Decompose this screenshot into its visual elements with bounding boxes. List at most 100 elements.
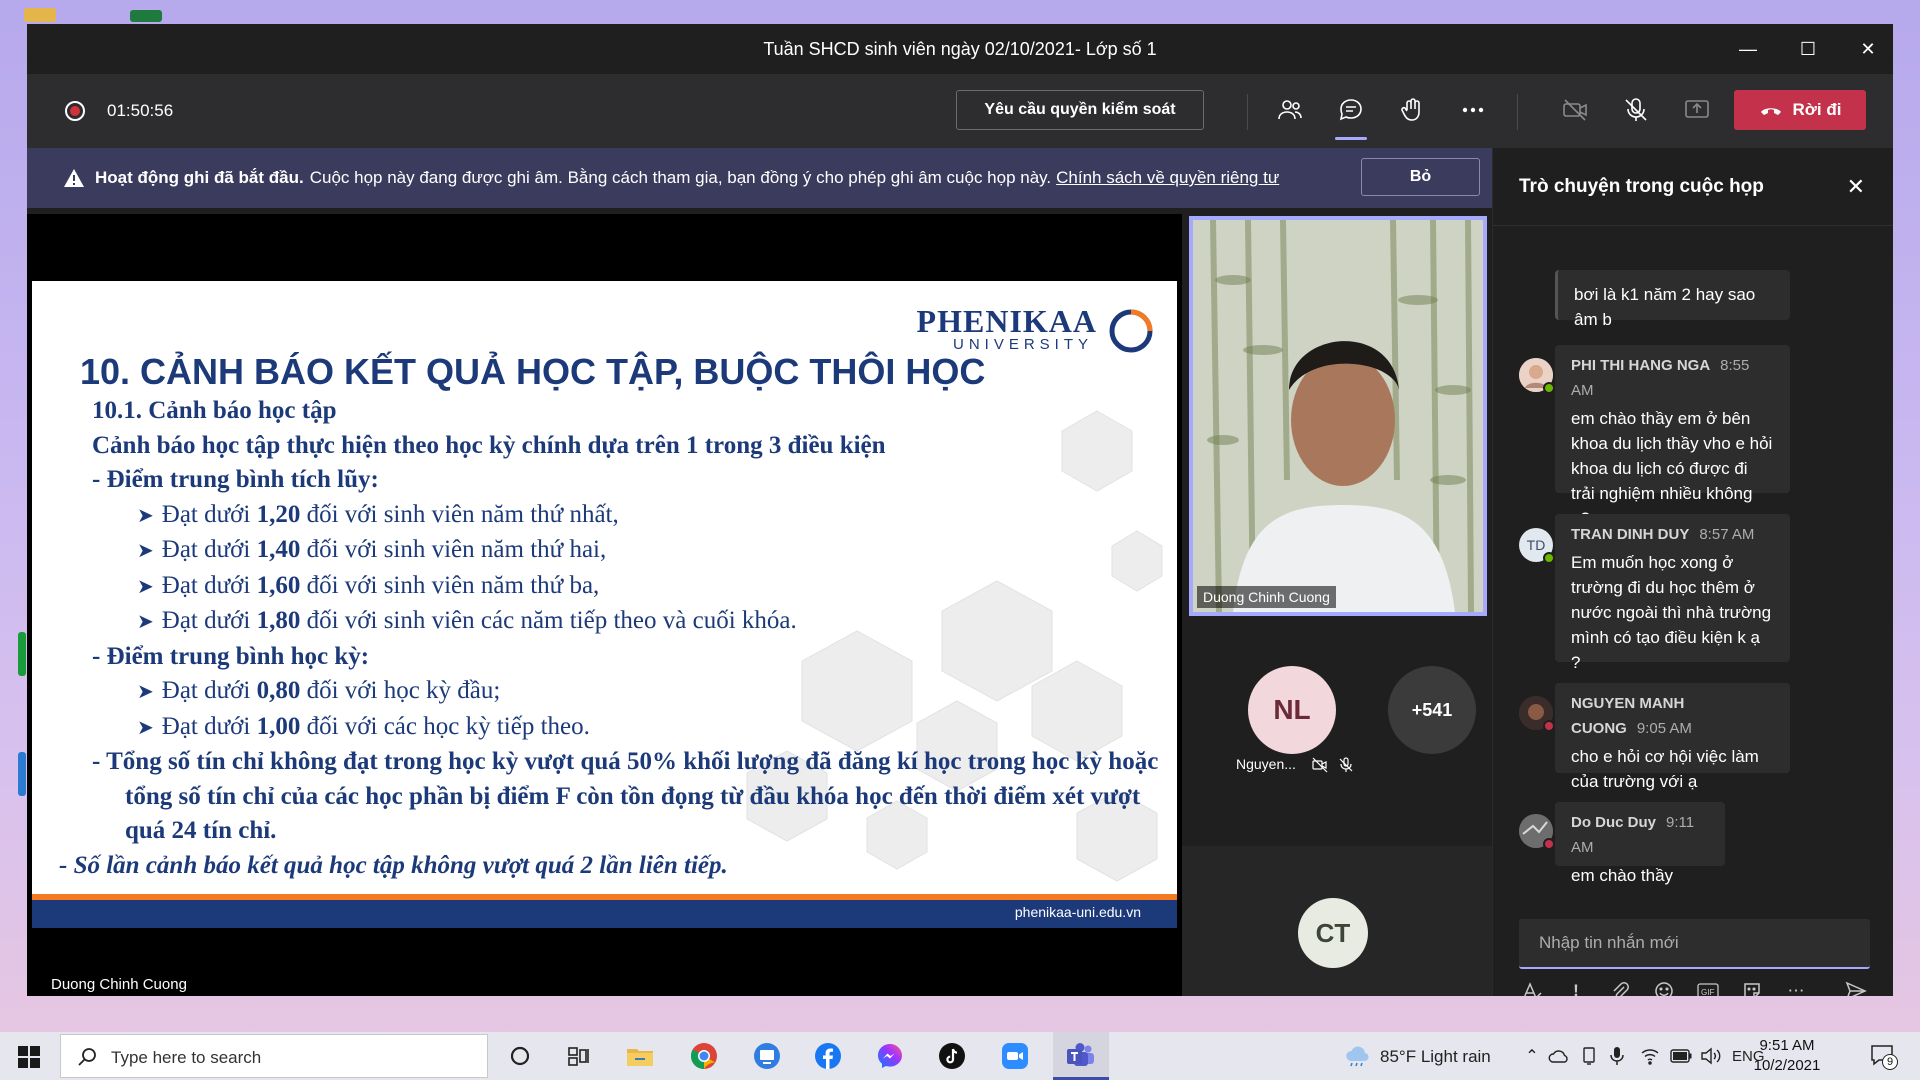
teams-icon[interactable] (1065, 1040, 1097, 1072)
task-view-icon[interactable] (563, 1040, 595, 1072)
weather-icon (1346, 1046, 1369, 1067)
microphone-icon[interactable] (1609, 1046, 1625, 1066)
leave-button[interactable]: Rời đi (1734, 90, 1866, 130)
warning-icon (64, 169, 84, 187)
cortana-icon[interactable] (504, 1040, 536, 1072)
leave-label: Rời đi (1792, 100, 1842, 119)
participant-video-tile[interactable]: Duong Chinh Cuong (1189, 216, 1487, 616)
svg-text:GIF: GIF (1701, 988, 1714, 996)
desktop-icon[interactable] (24, 8, 56, 22)
avatar[interactable]: TD (1519, 528, 1555, 564)
desktop-icon[interactable] (130, 10, 162, 22)
participant-tile-ct[interactable]: CT (1182, 846, 1492, 996)
avatar[interactable] (1519, 696, 1555, 732)
chrome-icon[interactable] (688, 1040, 720, 1072)
search-placeholder: Type here to search (111, 1048, 262, 1067)
participant-avatar-nl[interactable]: NL (1248, 666, 1336, 754)
tiktok-icon[interactable] (936, 1040, 968, 1072)
slide-bullet: ➤ Đạt dưới 0,80 đối với học kỳ đầu; (137, 677, 501, 704)
gif-icon[interactable]: GIF (1695, 978, 1721, 996)
arrow-bullet-icon: ➤ (137, 575, 154, 598)
important-icon[interactable]: ! (1563, 978, 1589, 996)
slide-footer: phenikaa-uni.edu.vn (32, 894, 1177, 928)
messenger-icon[interactable] (874, 1040, 906, 1072)
format-icon[interactable] (1519, 978, 1545, 996)
slide-paragraph: - Tổng số tín chỉ không đạt trong học kỳ… (92, 748, 1159, 844)
slide-paragraph: - Số lần cảnh báo kết quả học tập không … (59, 851, 728, 879)
slide-line: 10.1. Cảnh báo học tập (92, 397, 337, 424)
privacy-link[interactable]: Chính sách về quyền riêng tư (1056, 168, 1279, 188)
participant-video-image (1193, 220, 1483, 612)
show-hidden-icons-chevron-icon[interactable]: ⌃ (1516, 1040, 1548, 1072)
banner-text: Cuộc họp này đang được ghi âm. Bằng cách… (309, 168, 1052, 187)
chat-icon[interactable] (1335, 94, 1367, 140)
mic-off-icon[interactable] (1620, 94, 1652, 126)
chat-message: PHI THI HANG NGA 8:55 AM em chào thầy em … (1555, 345, 1790, 528)
close-icon[interactable]: ✕ (1843, 24, 1893, 74)
window-title: Tuần SHCD sinh viên ngày 02/10/2021- Lớp… (763, 38, 1157, 59)
emoji-icon[interactable] (1651, 978, 1677, 996)
camera-off-icon (1312, 757, 1328, 773)
desktop-icon[interactable] (18, 752, 26, 796)
camera-off-icon[interactable] (1559, 94, 1591, 126)
avatar[interactable] (1519, 358, 1555, 394)
more-options-icon[interactable]: ⋯ (1783, 978, 1809, 996)
recording-banner: Hoạt động ghi đã bắt đầu. Cuộc họp này đ… (27, 148, 1492, 208)
participants-icon[interactable] (1274, 94, 1306, 126)
taskbar-clock[interactable]: 9:51 AM 10/2/2021 (1747, 1036, 1827, 1076)
cloud-icon[interactable] (1548, 1048, 1570, 1064)
minimize-icon[interactable]: — (1723, 24, 1773, 74)
weather-text[interactable]: 85°F Light rain (1380, 1047, 1491, 1067)
desktop-icon[interactable] (18, 632, 26, 676)
send-icon[interactable] (1843, 978, 1869, 996)
meeting-toolbar: 01:50:56 Yêu cầu quyền kiểm soát Rời đi (27, 74, 1893, 148)
slide-bullet: ➤ Đạt dưới 1,00 đối với các học kỳ tiếp t… (137, 712, 590, 740)
maximize-icon[interactable]: ☐ (1783, 24, 1833, 74)
meeting-chat-panel: Trò chuyện trong cuộc họp ✕ bơi là k1 nă… (1492, 148, 1893, 996)
phone-hangup-icon (1760, 108, 1781, 115)
battery-icon[interactable] (1670, 1049, 1692, 1063)
device-icon[interactable] (1580, 1047, 1598, 1065)
facebook-icon[interactable] (812, 1040, 844, 1072)
taskbar: Type here to search 85°F Light rain ⌃ EN… (0, 1032, 1920, 1080)
chat-message: bơi là k1 năm 2 hay sao âm b (1555, 270, 1790, 329)
attach-icon[interactable] (1607, 978, 1633, 996)
avatar[interactable] (1519, 814, 1555, 850)
taskbar-search-box[interactable]: Type here to search (60, 1034, 488, 1078)
slide-body: 10.1. Cảnh báo học tập Cảnh báo học tập … (59, 394, 1162, 883)
volume-icon[interactable] (1700, 1047, 1722, 1065)
arrow-bullet-icon: ➤ (137, 611, 154, 633)
arrow-bullet-icon: ➤ (137, 681, 154, 703)
more-options-icon[interactable] (1457, 94, 1489, 126)
share-screen-icon[interactable] (1681, 94, 1713, 126)
request-control-button[interactable]: Yêu cầu quyền kiểm soát (956, 90, 1204, 130)
zalo-remote-icon[interactable] (751, 1040, 783, 1072)
slide-bullet: ➤ Đạt dưới 1,40 đối với sinh viên năm thứ… (137, 536, 607, 563)
chat-compose-input[interactable]: Nhập tin nhắn mới (1519, 919, 1870, 969)
chat-message: NGUYEN MANH CUONG 9:05 AM cho e hỏi cơ hộ… (1555, 683, 1790, 791)
windows-start-icon[interactable] (18, 1046, 40, 1068)
arrow-bullet-icon: ➤ (137, 504, 154, 527)
more-participants-button[interactable]: +541 (1388, 666, 1476, 754)
phenikaa-logo: PHENIKAA UNIVERSITY (917, 303, 1153, 353)
clock-date: 10/2/2021 (1753, 1057, 1821, 1074)
chat-message: TRAN DINH DUY 8:57 AM Em muốn học xong ở … (1555, 514, 1790, 672)
chat-header: Trò chuyện trong cuộc họp ✕ (1493, 148, 1893, 226)
participant-name-nl: Nguyen... (1236, 756, 1296, 772)
close-icon[interactable]: ✕ (1847, 174, 1865, 200)
zoom-icon[interactable] (999, 1040, 1031, 1072)
mic-off-icon (1339, 757, 1353, 772)
raise-hand-icon[interactable] (1396, 94, 1428, 126)
shared-content-stage: PHENIKAA UNIVERSITY 10. CẢNH BÁO KẾT QUẢ… (27, 214, 1182, 996)
presentation-slide: PHENIKAA UNIVERSITY 10. CẢNH BÁO KẾT QUẢ… (32, 281, 1177, 928)
notification-center-icon[interactable]: 9 (1870, 1044, 1898, 1070)
teams-window: Tuần SHCD sinh viên ngày 02/10/2021- Lớp… (27, 24, 1893, 996)
sticker-icon[interactable] (1739, 978, 1765, 996)
wifi-icon[interactable] (1640, 1047, 1660, 1065)
clock-time: 9:51 AM (1759, 1037, 1815, 1054)
dismiss-button[interactable]: Bỏ (1361, 158, 1480, 196)
slide-bullet: ➤ Đạt dưới 1,80 đối với sinh viên các năm… (137, 607, 797, 634)
recording-icon (65, 101, 85, 121)
file-explorer-icon[interactable] (624, 1040, 656, 1072)
logo-ring-icon (1109, 309, 1153, 353)
